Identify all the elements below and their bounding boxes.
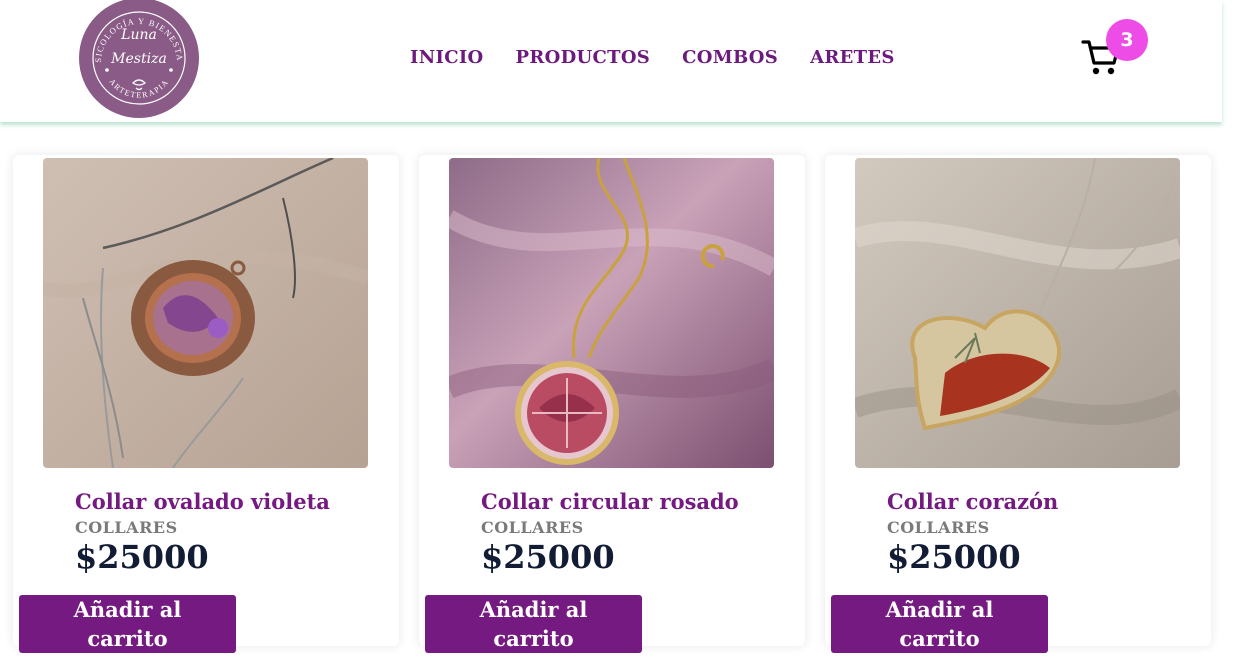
- logo-line-mestiza: Mestiza: [110, 51, 167, 67]
- product-card: Collar corazón COLLARES $25000 Añadir al…: [825, 155, 1211, 653]
- product-image-round-pink[interactable]: [449, 158, 774, 468]
- product-name[interactable]: Collar ovalado violeta: [75, 489, 330, 514]
- nav-inicio[interactable]: INICIO: [410, 47, 484, 68]
- nav-combos[interactable]: COMBOS: [682, 47, 778, 68]
- product-image-heart[interactable]: [855, 158, 1180, 468]
- product-category: COLLARES: [481, 518, 584, 537]
- nav-aretes[interactable]: ARETES: [810, 47, 895, 68]
- product-name[interactable]: Collar corazón: [887, 489, 1058, 514]
- product-grid: Collar ovalado violeta COLLARES $25000 A…: [13, 155, 1211, 653]
- add-to-cart-button[interactable]: Añadir al carrito: [425, 595, 642, 653]
- product-price: $25000: [887, 538, 1021, 576]
- product-card: Collar ovalado violeta COLLARES $25000 A…: [13, 155, 399, 653]
- logo-badge-icon: PSICOLOGÍA Y BIENESTAR ARTETERAPIA Luna …: [76, 0, 199, 118]
- logo-line-luna: Luna: [120, 27, 157, 43]
- product-category: COLLARES: [887, 518, 990, 537]
- product-price: $25000: [75, 538, 209, 576]
- add-to-cart-button[interactable]: Añadir al carrito: [19, 595, 236, 653]
- add-to-cart-button[interactable]: Añadir al carrito: [831, 595, 1048, 653]
- product-name[interactable]: Collar circular rosado: [481, 489, 739, 514]
- product-price: $25000: [481, 538, 615, 576]
- main-nav: INICIO PRODUCTOS COMBOS ARETES: [410, 47, 895, 68]
- product-card: Collar circular rosado COLLARES $25000 A…: [419, 155, 805, 653]
- necklace-photo-icon: [449, 158, 774, 468]
- product-category: COLLARES: [75, 518, 178, 537]
- product-image-oval-violet[interactable]: [43, 158, 368, 468]
- necklace-photo-icon: [43, 158, 368, 468]
- luna-mestiza-logo[interactable]: PSICOLOGÍA Y BIENESTAR ARTETERAPIA Luna …: [76, 0, 199, 118]
- site-header: PSICOLOGÍA Y BIENESTAR ARTETERAPIA Luna …: [0, 0, 1222, 122]
- necklace-photo-icon: [855, 158, 1180, 468]
- nav-productos[interactable]: PRODUCTOS: [516, 47, 651, 68]
- cart-count-badge: 3: [1106, 19, 1148, 61]
